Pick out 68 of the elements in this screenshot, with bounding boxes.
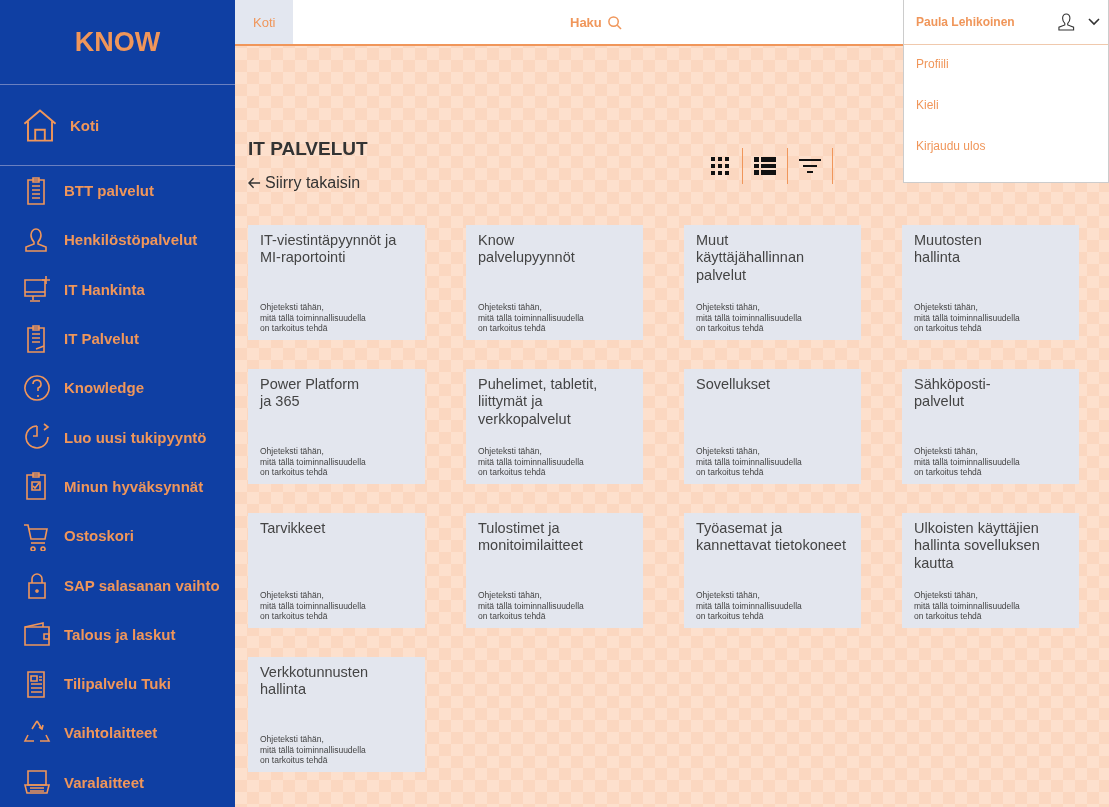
card-title: Sovellukset (696, 376, 772, 394)
search-icon (606, 14, 622, 30)
caret-icon[interactable] (1088, 18, 1100, 26)
sidebar-item[interactable]: Luo uusi tukipyyntö (0, 412, 235, 462)
search-link[interactable]: Haku (570, 0, 622, 44)
sidebar-item[interactable]: Minun hyväksynnät (0, 461, 235, 512)
card-description: Ohjeteksti tähän, mitä tällä toiminnallisuudella on tarkoitus tehdä (260, 734, 367, 765)
sidebar-item[interactable]: Talous ja laskut (0, 609, 235, 659)
card-description: Ohjeteksti tähän, mitä tällä toiminnallisuudella on tarkoitus tehdä (260, 446, 367, 477)
back-link[interactable]: Siirry takaisin (248, 174, 368, 192)
service-card[interactable]: Tarvikkeet Ohjeteksti tähän, mitä tällä toiminnallisuudella on tarkoitus tehdä (248, 513, 425, 628)
service-card[interactable]: Ulkoisten käyttäjien hallinta sovelluksen kautta Ohjeteksti tähän, mitä tällä toiminnallisuudella on tarkoitus tehdä (902, 513, 1079, 628)
card-description: Ohjeteksti tähän, mitä tällä toiminnallisuudella on tarkoitus tehdä (914, 446, 1021, 477)
sidebar-item[interactable]: IT Hankinta (0, 264, 235, 314)
house-icon (22, 107, 58, 143)
service-card[interactable]: Puhelimet, tabletit, liittymät ja verkkopalvelut Ohjeteksti tähän, mitä tällä toiminnallisuudella on tarkoitus tehdä (466, 369, 643, 484)
service-card[interactable]: Muut käyttäjähallinnan palvelut Ohjeteksti tähän, mitä tällä toiminnallisuudella on tarkoitus tehdä (684, 225, 861, 340)
service-card[interactable]: IT-viestintäpyynnöt ja MI-raportointi Ohjeteksti tähän, mitä tällä toiminnallisuudella on tarkoitus tehdä (248, 225, 425, 340)
card-description: Ohjeteksti tähän, mitä tällä toiminnallisuudella on tarkoitus tehdä (260, 590, 367, 621)
menu-item[interactable]: Kieli (904, 86, 1108, 127)
card-title: Puhelimet, tabletit, liittymät ja verkkopalvelut (478, 376, 599, 429)
card-title: Ulkoisten käyttäjien hallinta sovelluksen kautta (914, 520, 1041, 573)
card-description: Ohjeteksti tähän, mitä tällä toiminnallisuudella on tarkoitus tehdä (696, 590, 803, 621)
service-card[interactable]: Power Platform ja 365 Ohjeteksti tähän, mitä tällä toiminnallisuudella on tarkoitus tehdä (248, 369, 425, 484)
monitor-icon (22, 274, 52, 305)
card-description: Ohjeteksti tähän, mitä tällä toiminnallisuudella on tarkoitus tehdä (914, 590, 1021, 621)
service-card[interactable]: Know palvelupyynnöt Ohjeteksti tähän, mitä tällä toiminnallisuudella on tarkoitus tehdä (466, 225, 643, 340)
arrow-icon (248, 177, 261, 189)
card-title: Tulostimet ja monitoimilaitteet (478, 520, 584, 555)
card-description: Ohjeteksti tähän, mitä tällä toiminnallisuudella on tarkoitus tehdä (478, 302, 585, 333)
sidebar-item[interactable]: Ostoskori (0, 511, 235, 561)
sidebar-item[interactable]: Tilipalvelu Tuki (0, 658, 235, 709)
card-description: Ohjeteksti tähän, mitä tällä toiminnallisuudella on tarkoitus tehdä (914, 302, 1021, 333)
sidebar-item[interactable]: Knowledge (0, 363, 235, 413)
service-card[interactable]: Työasemat ja kannettavat tietokoneet Ohjeteksti tähän, mitä tällä toiminnallisuudella on tarkoitus tehdä (684, 513, 861, 628)
card-description: Ohjeteksti tähän, mitä tällä toiminnallisuudella on tarkoitus tehdä (696, 302, 803, 333)
grid-view-icon[interactable] (709, 156, 731, 176)
card-description: Ohjeteksti tähän, mitä tällä toiminnallisuudella on tarkoitus tehdä (696, 446, 803, 477)
card-description: Ohjeteksti tähän, mitä tällä toiminnallisuudella on tarkoitus tehdä (478, 446, 585, 477)
card-title: Verkkotunnusten hallinta (260, 664, 370, 699)
service-card[interactable]: Verkkotunnusten hallinta Ohjeteksti tähän, mitä tällä toiminnallisuudella on tarkoitus tehdä (248, 657, 425, 772)
card-title: Sähköposti- palvelut (914, 376, 992, 411)
card-title: Muut käyttäjähallinnan palvelut (696, 232, 806, 285)
card-description: Ohjeteksti tähän, mitä tällä toiminnallisuudella on tarkoitus tehdä (260, 302, 367, 333)
filter-icon[interactable] (799, 156, 821, 176)
menu-item[interactable]: Profiili (904, 45, 1108, 86)
sidebar-item[interactable]: Varalaitteet (0, 757, 235, 807)
user-name: Paula Lehikoinen (916, 15, 1016, 29)
help-icon (22, 372, 52, 403)
page-title: IT PALVELUT (248, 138, 368, 160)
service-card[interactable]: Sähköposti- palvelut Ohjeteksti tähän, mitä tällä toiminnallisuudella on tarkoitus tehdä (902, 369, 1079, 484)
sidebar-item[interactable]: BTT palvelut (0, 166, 235, 216)
sidebar-item[interactable]: Henkilöstöpalvelut (0, 215, 235, 265)
card-title: Power Platform ja 365 (260, 376, 361, 411)
card-description: Ohjeteksti tähän, mitä tällä toiminnallisuudella on tarkoitus tehdä (478, 590, 585, 621)
service-card[interactable]: Sovellukset Ohjeteksti tähän, mitä tällä toiminnallisuudella on tarkoitus tehdä (684, 369, 861, 484)
sidebar-item[interactable]: SAP salasanan vaihto (0, 560, 235, 610)
sidebar-item[interactable]: IT Palvelut (0, 313, 235, 364)
sidebar-item[interactable]: Vaihtolaitteet (0, 708, 235, 758)
card-title: IT-viestintäpyynnöt ja MI-raportointi (260, 232, 398, 267)
list-view-icon[interactable] (754, 156, 776, 176)
service-card[interactable]: Tulostimet ja monitoimilaitteet Ohjeteksti tähän, mitä tällä toiminnallisuudella on tarkoitus tehdä (466, 513, 643, 628)
card-title: Työasemat ja kannettavat tietokoneet (696, 520, 847, 555)
card-title: Tarvikkeet (260, 520, 327, 538)
card-title: Muutosten hallinta (914, 232, 983, 267)
menu-item[interactable]: Kirjaudu ulos (904, 127, 1108, 168)
service-card[interactable]: Muutosten hallinta Ohjeteksti tähän, mitä tällä toiminnallisuudella on tarkoitus tehdä (902, 225, 1079, 340)
card-title: Know palvelupyynnöt (478, 232, 576, 267)
